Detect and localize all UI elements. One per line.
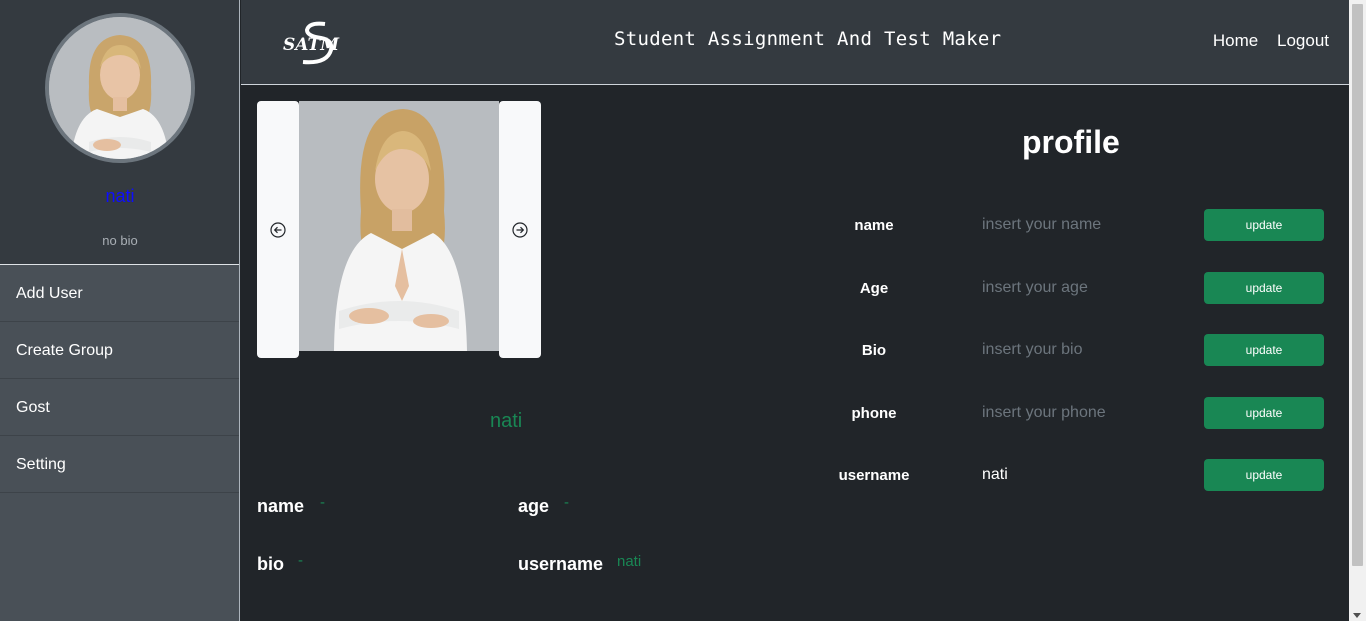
nav-links: Home Logout [1199,31,1329,51]
sidebar-username: nati [105,186,135,206]
update-username-button[interactable]: update [1204,459,1324,491]
arrow-right-circle-icon [512,221,528,238]
form-phone-label: phone [851,405,897,422]
bio-input[interactable] [982,341,1182,359]
update-phone-button[interactable]: update [1204,397,1324,429]
page-scrollbar[interactable] [1349,0,1366,621]
info-username-value: nati [617,553,642,570]
sidebar-item-setting[interactable]: Setting [0,436,239,493]
carousel-prev-button[interactable] [257,101,299,358]
nav-home-link[interactable]: Home [1213,31,1258,50]
update-bio-button[interactable]: update [1204,334,1324,366]
info-bio-value: - [298,552,303,569]
scroll-down-arrow-icon[interactable] [1353,613,1361,618]
carousel-next-button[interactable] [499,101,541,358]
update-name-button[interactable]: update [1204,209,1324,241]
portrait-image [299,101,499,351]
carousel-profile-image [299,101,499,351]
sidebar-bio: no bio [102,233,138,248]
sidebar-item-add-user[interactable]: Add User [0,265,239,322]
form-name-label: name [854,217,894,234]
arrow-left-circle-icon [270,221,286,238]
sidebar-profile: nati no bio [0,0,239,265]
scrollbar-thumb[interactable] [1352,4,1363,566]
profile-display-name: nati [490,410,523,432]
top-navbar: SATM Student Assignment And Test Maker H… [241,0,1349,85]
avatar-portrait-image [49,17,191,159]
profile-form-title: profile [1022,124,1120,160]
update-age-button[interactable]: update [1204,272,1324,304]
info-name-value: - [320,494,325,511]
info-age-label: age [518,496,550,516]
form-username-label: username [838,467,910,484]
form-bio-label: Bio [861,342,887,359]
avatar [45,13,195,163]
sidebar: nati no bio Add User Create Group Gost S… [0,0,240,621]
info-username-label: username [518,554,604,574]
info-bio-label: bio [257,554,284,574]
info-age-value: - [564,494,569,511]
age-input[interactable] [982,279,1182,297]
svg-text:SATM: SATM [283,35,340,55]
sidebar-item-create-group[interactable]: Create Group [0,322,239,379]
username-input[interactable] [982,466,1182,484]
satm-logo[interactable]: SATM [281,20,353,68]
info-name-label: name [257,496,305,516]
app-title: Student Assignment And Test Maker [614,28,1002,50]
nav-logout-link[interactable]: Logout [1277,31,1329,50]
name-input[interactable] [982,216,1182,234]
phone-input[interactable] [982,404,1182,422]
logo-icon: SATM [283,21,340,65]
form-age-label: Age [859,280,889,297]
sidebar-item-gost[interactable]: Gost [0,379,239,436]
